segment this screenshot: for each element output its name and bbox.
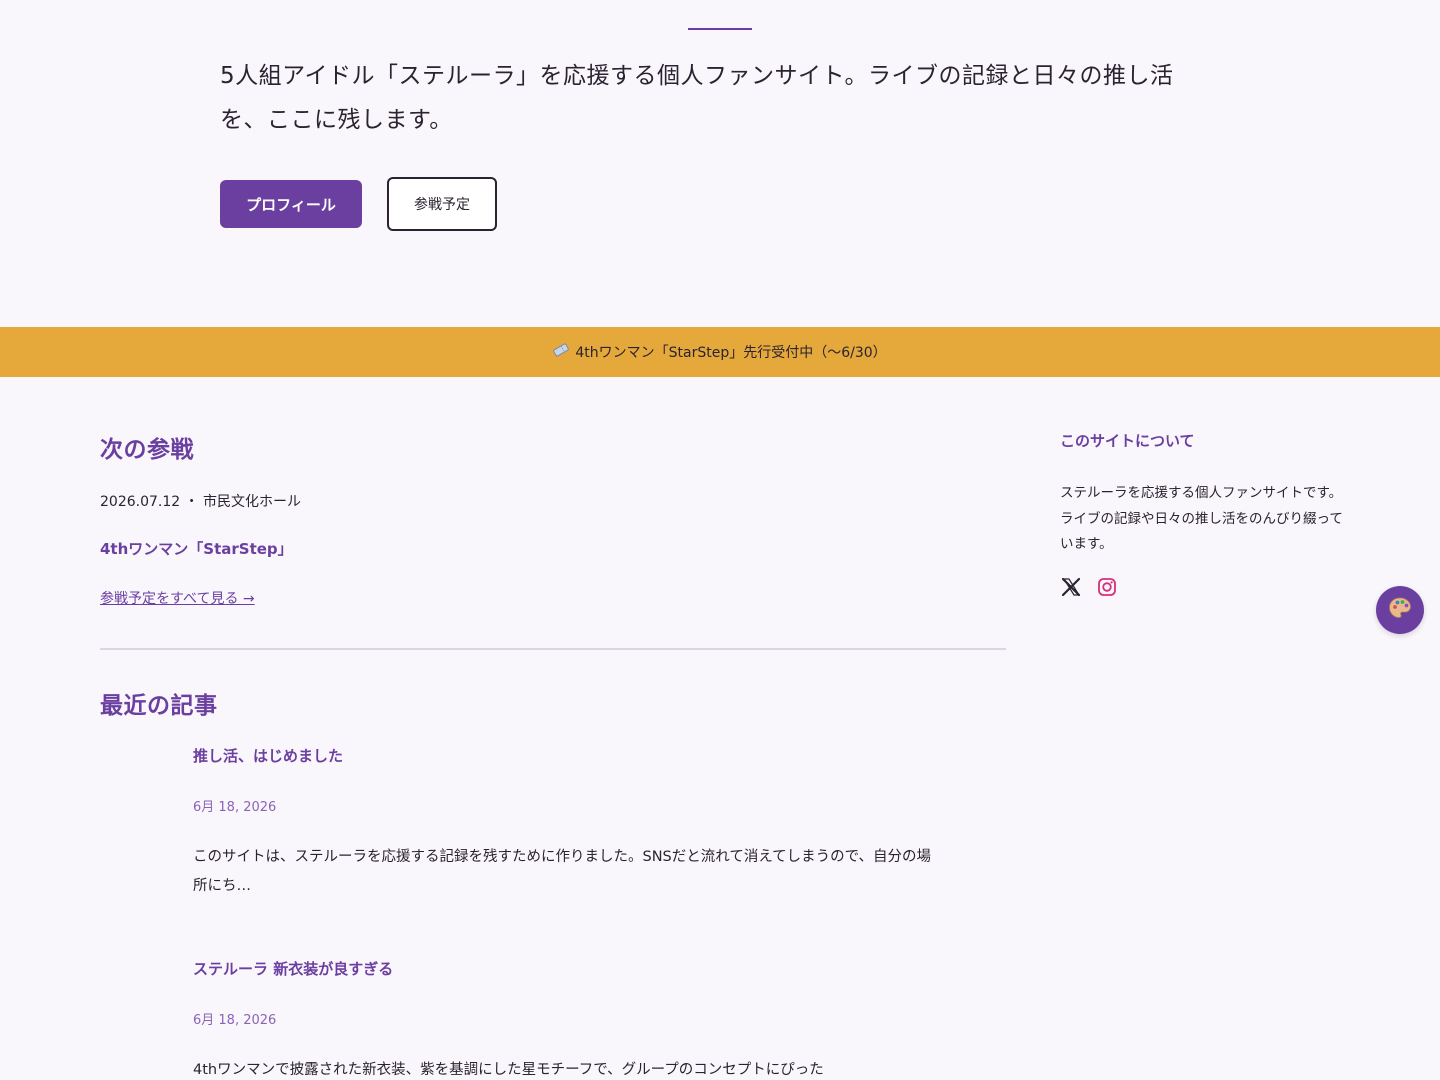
social-links [1060, 576, 1350, 598]
sidebar-about: このサイトについて ステルーラを応援する個人ファンサイトです。ライブの記録や日々… [1060, 430, 1350, 598]
next-event-title[interactable]: 4thワンマン「StarStep」 [100, 538, 293, 559]
next-event-heading: 次の参戦 [100, 437, 194, 463]
post-title[interactable]: ステルーラ 新衣装が良すぎる [193, 958, 933, 979]
sidebar-text: ステルーラを応援する個人ファンサイトです。ライブの記録や日々の推し活をのんびり綴… [1060, 485, 1343, 552]
instagram-icon[interactable] [1096, 576, 1118, 598]
section-divider [100, 648, 1006, 650]
ticket-icon [553, 342, 570, 362]
schedule-button[interactable]: 参戦予定 [387, 177, 497, 231]
post-excerpt: このサイトは、ステルーラを応援する記録を残すために作りました。SNSだと流れて消… [193, 849, 932, 894]
palette-icon [1387, 595, 1413, 625]
post-item: 推し活、はじめました 6月 18, 2026 このサイトは、ステルーラを応援する… [193, 745, 933, 901]
profile-button[interactable]: プロフィール [220, 180, 362, 228]
recent-posts-heading: 最近の記事 [100, 693, 218, 719]
post-item: ステルーラ 新衣装が良すぎる 6月 18, 2026 4thワンマンで披露された… [193, 958, 933, 1080]
post-date: 6月 18, 2026 [193, 1013, 277, 1028]
sidebar-heading: このサイトについて [1060, 432, 1195, 450]
announcement-banner[interactable]: 4thワンマン「StarStep」先行受付中（〜6/30） [0, 327, 1440, 377]
x-icon[interactable] [1060, 576, 1082, 598]
post-excerpt: 4thワンマンで披露された新衣装、紫を基調にした星モチーフで、グループのコンセプ… [193, 1062, 824, 1078]
post-date: 6月 18, 2026 [193, 800, 277, 815]
banner-text: 4thワンマン「StarStep」先行受付中（〜6/30） [575, 345, 887, 361]
hero-divider [688, 28, 752, 30]
hero-description: 5人組アイドル「ステルーラ」を応援する個人ファンサイト。ライブの記録と日々の推し… [220, 63, 1174, 133]
all-events-link[interactable]: 参戦予定をすべて見る → [100, 588, 255, 608]
post-title[interactable]: 推し活、はじめました [193, 745, 933, 766]
theme-palette-button[interactable] [1376, 586, 1424, 634]
next-event-meta: 2026.07.12 ・ 市民文化ホール [100, 494, 302, 510]
